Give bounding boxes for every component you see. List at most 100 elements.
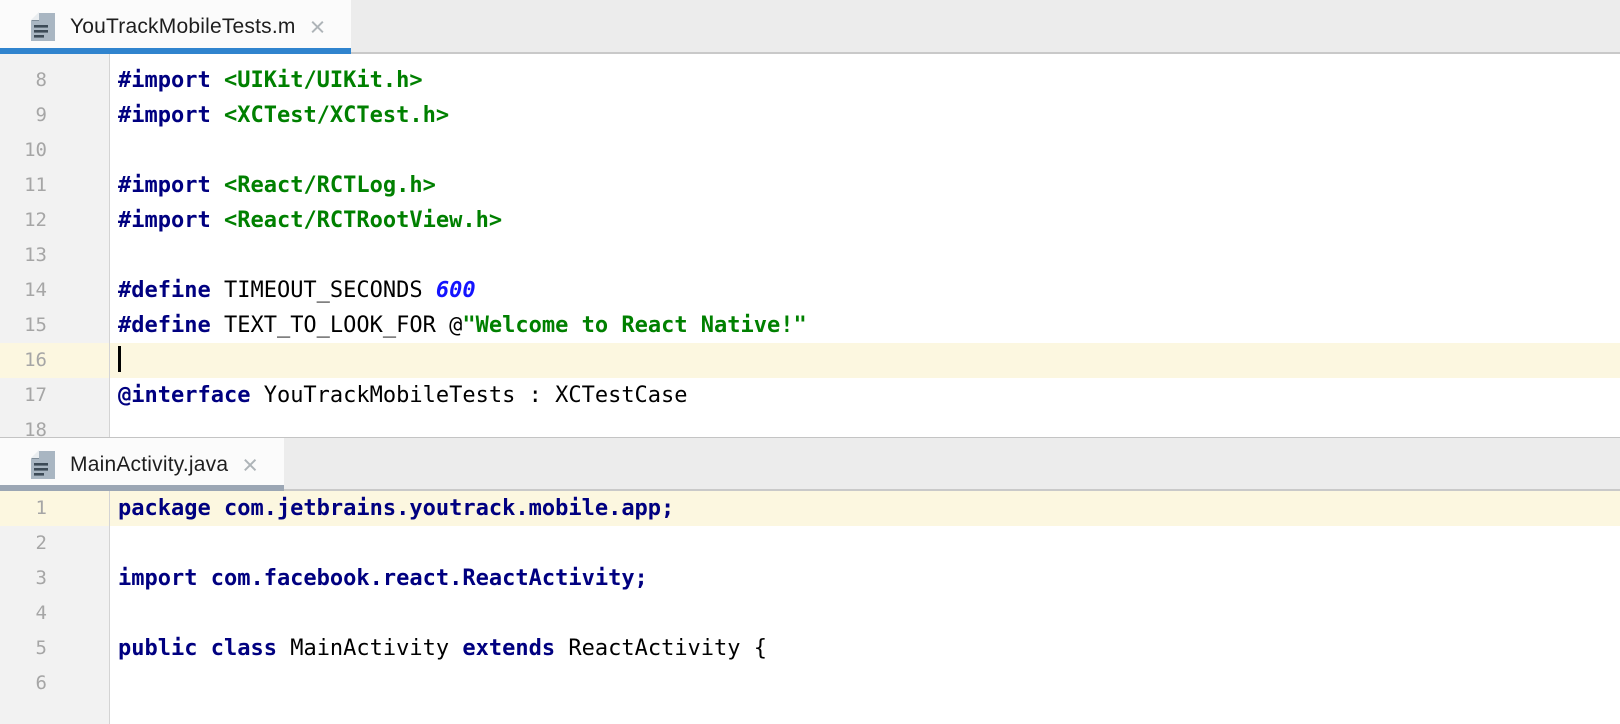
code-text[interactable]: [110, 413, 1620, 437]
code-line-5[interactable]: 5public class MainActivity extends React…: [0, 631, 1620, 666]
line-number[interactable]: [0, 701, 110, 724]
code-token: <React/RCTRootView.h>: [224, 208, 502, 233]
tab-label: MainActivity.java: [70, 453, 228, 477]
text-caret: [118, 346, 121, 372]
code-token: [211, 68, 224, 93]
line-number[interactable]: 1: [0, 491, 110, 526]
code-token: <XCTest/XCTest.h>: [224, 103, 449, 128]
file-icon: [30, 12, 56, 42]
code-token: extends: [462, 636, 555, 661]
code-line-15[interactable]: 15#define TEXT_TO_LOOK_FOR @"Welcome to …: [0, 308, 1620, 343]
code-text[interactable]: [110, 701, 1620, 724]
code-token: <React/RCTLog.h>: [224, 173, 436, 198]
editor-pane-top: YouTrackMobileTests.m × 78#import <UIKit…: [0, 0, 1620, 437]
code-line-1[interactable]: 1 package com.jetbrains.youtrack.mobile.a…: [0, 491, 1620, 526]
code-token: #import: [118, 173, 211, 198]
code-line-17[interactable]: 17@interface YouTrackMobileTests : XCTes…: [0, 378, 1620, 413]
code-text[interactable]: import com.facebook.react.ReactActivity;: [110, 561, 1620, 596]
code-line-16[interactable]: 16: [0, 343, 1620, 378]
line-number[interactable]: 12: [0, 203, 110, 238]
code-token: #import: [118, 208, 211, 233]
line-number[interactable]: 6: [0, 666, 110, 701]
code-line-11[interactable]: 11#import <React/RCTLog.h>: [0, 168, 1620, 203]
line-number[interactable]: 18: [0, 413, 110, 437]
close-icon[interactable]: ×: [310, 17, 326, 37]
code-token: public class: [118, 636, 277, 661]
code-text[interactable]: [110, 133, 1620, 168]
code-scroll-area: 1 package com.jetbrains.youtrack.mobile.a…: [0, 491, 1620, 724]
line-number[interactable]: 13: [0, 238, 110, 273]
code-line-12[interactable]: 12#import <React/RCTRootView.h>: [0, 203, 1620, 238]
line-number[interactable]: 16: [0, 343, 110, 378]
code-token: #import: [118, 68, 211, 93]
code-scroll-area: 78#import <UIKit/UIKit.h>9#import <XCTes…: [0, 54, 1620, 437]
code-line-9[interactable]: 9#import <XCTest/XCTest.h>: [0, 98, 1620, 133]
line-number[interactable]: 15: [0, 308, 110, 343]
code-text[interactable]: [110, 526, 1620, 561]
code-token: TIMEOUT_SECONDS: [211, 278, 436, 303]
gutter-filler[interactable]: [0, 701, 1620, 724]
code-token: MainActivity: [277, 636, 462, 661]
code-token: [211, 103, 224, 128]
code-token: ReactActivity {: [555, 636, 767, 661]
code-text[interactable]: #import <UIKit/UIKit.h>: [110, 63, 1620, 98]
code-text[interactable]: [110, 666, 1620, 701]
code-text[interactable]: public class MainActivity extends ReactA…: [110, 631, 1620, 666]
code-line-6[interactable]: 6: [0, 666, 1620, 701]
code-text[interactable]: [110, 54, 1620, 63]
code-text[interactable]: #import <React/RCTRootView.h>: [110, 203, 1620, 238]
tab-youtrackmobiletests[interactable]: YouTrackMobileTests.m ×: [0, 0, 351, 54]
code-token: [211, 208, 224, 233]
editor-pane-bottom: MainActivity.java × 1 package com.jetbrai…: [0, 437, 1620, 724]
tab-bar-bottom: MainActivity.java ×: [0, 437, 1620, 491]
line-number[interactable]: 10: [0, 133, 110, 168]
code-token: TEXT_TO_LOOK_FOR @: [211, 313, 463, 338]
code-text[interactable]: [110, 238, 1620, 273]
code-text[interactable]: #import <XCTest/XCTest.h>: [110, 98, 1620, 133]
tab-mainactivity[interactable]: MainActivity.java ×: [0, 438, 284, 491]
code-text[interactable]: #define TIMEOUT_SECONDS 600: [110, 273, 1620, 308]
code-text[interactable]: [110, 596, 1620, 631]
line-number[interactable]: 7: [0, 54, 110, 63]
line-number[interactable]: 17: [0, 378, 110, 413]
code-line-18[interactable]: 18: [0, 413, 1620, 437]
line-number[interactable]: 5: [0, 631, 110, 666]
code-line-14[interactable]: 14#define TIMEOUT_SECONDS 600: [0, 273, 1620, 308]
code-text[interactable]: #define TEXT_TO_LOOK_FOR @"Welcome to Re…: [110, 308, 1620, 343]
code-editor-bottom[interactable]: 1 package com.jetbrains.youtrack.mobile.a…: [0, 491, 1620, 724]
code-token: import com.facebook.react.ReactActivity;: [118, 566, 648, 591]
line-number[interactable]: 2: [0, 526, 110, 561]
code-text[interactable]: package com.jetbrains.youtrack.mobile.ap…: [110, 491, 1620, 526]
line-number[interactable]: 3: [0, 561, 110, 596]
code-token: YouTrackMobileTests : XCTestCase: [250, 383, 687, 408]
code-line-7[interactable]: 7: [0, 54, 1620, 63]
code-token: package com.jetbrains.youtrack.mobile.ap…: [118, 496, 674, 521]
line-number[interactable]: 11: [0, 168, 110, 203]
tab-label: YouTrackMobileTests.m: [70, 15, 296, 39]
code-text[interactable]: [110, 343, 1620, 378]
inactive-tab-indicator: [0, 485, 284, 491]
code-token: #define: [118, 313, 211, 338]
code-line-4[interactable]: 4: [0, 596, 1620, 631]
code-token: "Welcome to React Native!": [462, 313, 806, 338]
code-token: <UIKit/UIKit.h>: [224, 68, 423, 93]
code-editor-top[interactable]: 78#import <UIKit/UIKit.h>9#import <XCTes…: [0, 54, 1620, 437]
line-number[interactable]: 9: [0, 98, 110, 133]
code-token: [211, 173, 224, 198]
code-text[interactable]: @interface YouTrackMobileTests : XCTestC…: [110, 378, 1620, 413]
code-line-13[interactable]: 13: [0, 238, 1620, 273]
line-number[interactable]: 4: [0, 596, 110, 631]
code-token: #define: [118, 278, 211, 303]
code-line-8[interactable]: 8#import <UIKit/UIKit.h>: [0, 63, 1620, 98]
code-token: @interface: [118, 383, 250, 408]
tab-bar-top: YouTrackMobileTests.m ×: [0, 0, 1620, 54]
code-line-10[interactable]: 10: [0, 133, 1620, 168]
code-line-2[interactable]: 2: [0, 526, 1620, 561]
code-token: #import: [118, 103, 211, 128]
line-number[interactable]: 8: [0, 63, 110, 98]
code-text[interactable]: #import <React/RCTLog.h>: [110, 168, 1620, 203]
close-icon[interactable]: ×: [242, 455, 258, 475]
line-number[interactable]: 14: [0, 273, 110, 308]
active-tab-indicator: [0, 48, 351, 54]
code-line-3[interactable]: 3 import com.facebook.react.ReactActivity…: [0, 561, 1620, 596]
